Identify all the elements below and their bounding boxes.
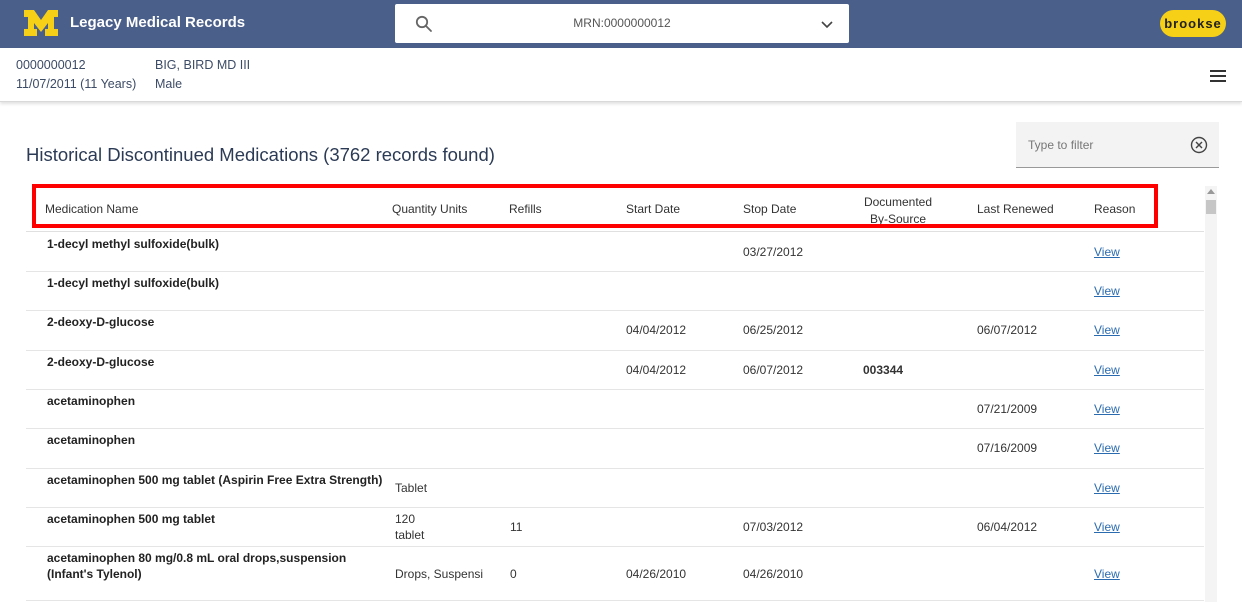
clear-filter-icon[interactable] [1190, 136, 1208, 154]
column-header-start-date[interactable]: Start Date [626, 202, 680, 216]
medication-name: 2-deoxy-D-glucose [47, 355, 155, 369]
medication-name: acetaminophen 500 mg tablet [47, 512, 216, 526]
column-header-documented-by-source[interactable]: Documented By-Source [856, 194, 940, 228]
reason-view-link[interactable]: View [1094, 481, 1120, 495]
medication-name: acetaminophen [47, 433, 136, 447]
medication-name: 1-decyl methyl sulfoxide(bulk) [47, 237, 220, 251]
reason-view-link[interactable]: View [1094, 520, 1120, 534]
reason-view-link[interactable]: View [1094, 567, 1120, 581]
quantity-units: 120 [395, 512, 416, 526]
last-renewed: 07/16/2009 [977, 441, 1038, 455]
column-header-stop-date[interactable]: Stop Date [743, 202, 796, 216]
refills: 0 [510, 567, 517, 581]
medication-name-line2: (Infant's Tylenol) [47, 567, 142, 581]
column-header-refills[interactable]: Refills [509, 202, 542, 216]
medication-name: acetaminophen 80 mg/0.8 mL oral drops,su… [47, 551, 347, 565]
last-renewed: 06/04/2012 [977, 520, 1038, 534]
top-app-bar: Legacy Medical Records MRN:0000000012 br… [0, 0, 1242, 48]
quantity-units: Drops, Suspensi [395, 567, 484, 581]
app-title[interactable]: Legacy Medical Records [70, 14, 245, 31]
scrollbar-thumb[interactable] [1206, 200, 1216, 214]
medication-name: 1-decyl methyl sulfoxide(bulk) [47, 276, 220, 290]
patient-dob: 11/07/2011 (11 Years) [16, 77, 137, 91]
start-date: 04/26/2010 [626, 567, 687, 581]
table-row[interactable]: acetaminophen 80 mg/0.8 mL oral drops,su… [26, 547, 1204, 601]
table-row[interactable]: acetaminophen 07/21/2009 View [26, 390, 1204, 429]
patient-banner: 0000000012 11/07/2011 (11 Years) BIG, BI… [0, 48, 1242, 102]
patient-search-box[interactable]: MRN:0000000012 [395, 4, 849, 43]
medication-name: acetaminophen [47, 394, 136, 408]
stop-date: 06/07/2012 [743, 363, 804, 377]
reason-view-link[interactable]: View [1094, 363, 1120, 377]
patient-mrn: 0000000012 [16, 58, 86, 72]
search-value: MRN:0000000012 [573, 16, 671, 30]
patient-name: BIG, BIRD MD III [155, 58, 251, 72]
column-header-documented-line2: By-Source [869, 212, 927, 226]
refills: 11 [510, 520, 523, 534]
column-header-last-renewed[interactable]: Last Renewed [977, 202, 1054, 216]
table-row[interactable]: 2-deoxy-D-glucose 04/04/2012 06/07/2012 … [26, 351, 1204, 390]
reason-view-link[interactable]: View [1094, 245, 1120, 259]
table-row[interactable]: 2-deoxy-D-glucose 04/04/2012 06/25/2012 … [26, 311, 1204, 351]
patient-sex: Male [155, 77, 183, 91]
column-header-documented-line1: Documented [863, 195, 933, 209]
user-menu-button[interactable]: brookse [1160, 10, 1226, 37]
last-renewed: 07/21/2009 [977, 402, 1038, 416]
last-renewed: 06/07/2012 [977, 323, 1038, 337]
quantity-units-line2: tablet [395, 528, 425, 542]
scroll-up-arrow-icon[interactable] [1207, 189, 1215, 194]
page-title: Historical Discontinued Medications (376… [26, 144, 495, 165]
column-header-medication-name[interactable]: Medication Name [45, 202, 138, 216]
start-date: 04/04/2012 [626, 363, 687, 377]
medications-table: Medication Name Quantity Units Refills S… [26, 186, 1204, 602]
stop-date: 07/03/2012 [743, 520, 804, 534]
table-row[interactable]: acetaminophen 07/16/2009 View [26, 429, 1204, 469]
filter-input[interactable] [1028, 135, 1188, 155]
medication-name: 2-deoxy-D-glucose [47, 315, 155, 329]
reason-view-link[interactable]: View [1094, 284, 1120, 298]
chevron-down-icon[interactable] [821, 18, 833, 30]
stop-date: 03/27/2012 [743, 245, 804, 259]
vertical-scrollbar[interactable] [1205, 186, 1217, 602]
stop-date: 04/26/2010 [743, 567, 804, 581]
reason-view-link[interactable]: View [1094, 323, 1120, 337]
start-date: 04/04/2012 [626, 323, 687, 337]
table-header-row: Medication Name Quantity Units Refills S… [26, 186, 1204, 232]
stop-date: 06/25/2012 [743, 323, 804, 337]
table-row[interactable]: acetaminophen 500 mg tablet (Aspirin Fre… [26, 469, 1204, 508]
hamburger-menu-icon[interactable] [1210, 70, 1226, 82]
table-row[interactable]: 1-decyl methyl sulfoxide(bulk) 03/27/201… [26, 232, 1204, 272]
table-row[interactable]: acetaminophen 500 mg tablet 120 tablet 1… [26, 508, 1204, 547]
column-header-quantity-units[interactable]: Quantity Units [392, 202, 467, 216]
filter-field[interactable] [1016, 122, 1219, 168]
reason-view-link[interactable]: View [1094, 441, 1120, 455]
block-m-logo-icon[interactable] [24, 10, 58, 36]
medication-name: acetaminophen 500 mg tablet (Aspirin Fre… [47, 473, 383, 487]
table-row[interactable]: 1-decyl methyl sulfoxide(bulk) View [26, 272, 1204, 311]
column-header-reason[interactable]: Reason [1094, 202, 1135, 216]
quantity-units: Tablet [395, 481, 428, 495]
documented-by-source: 003344 [863, 363, 904, 377]
reason-view-link[interactable]: View [1094, 402, 1120, 416]
